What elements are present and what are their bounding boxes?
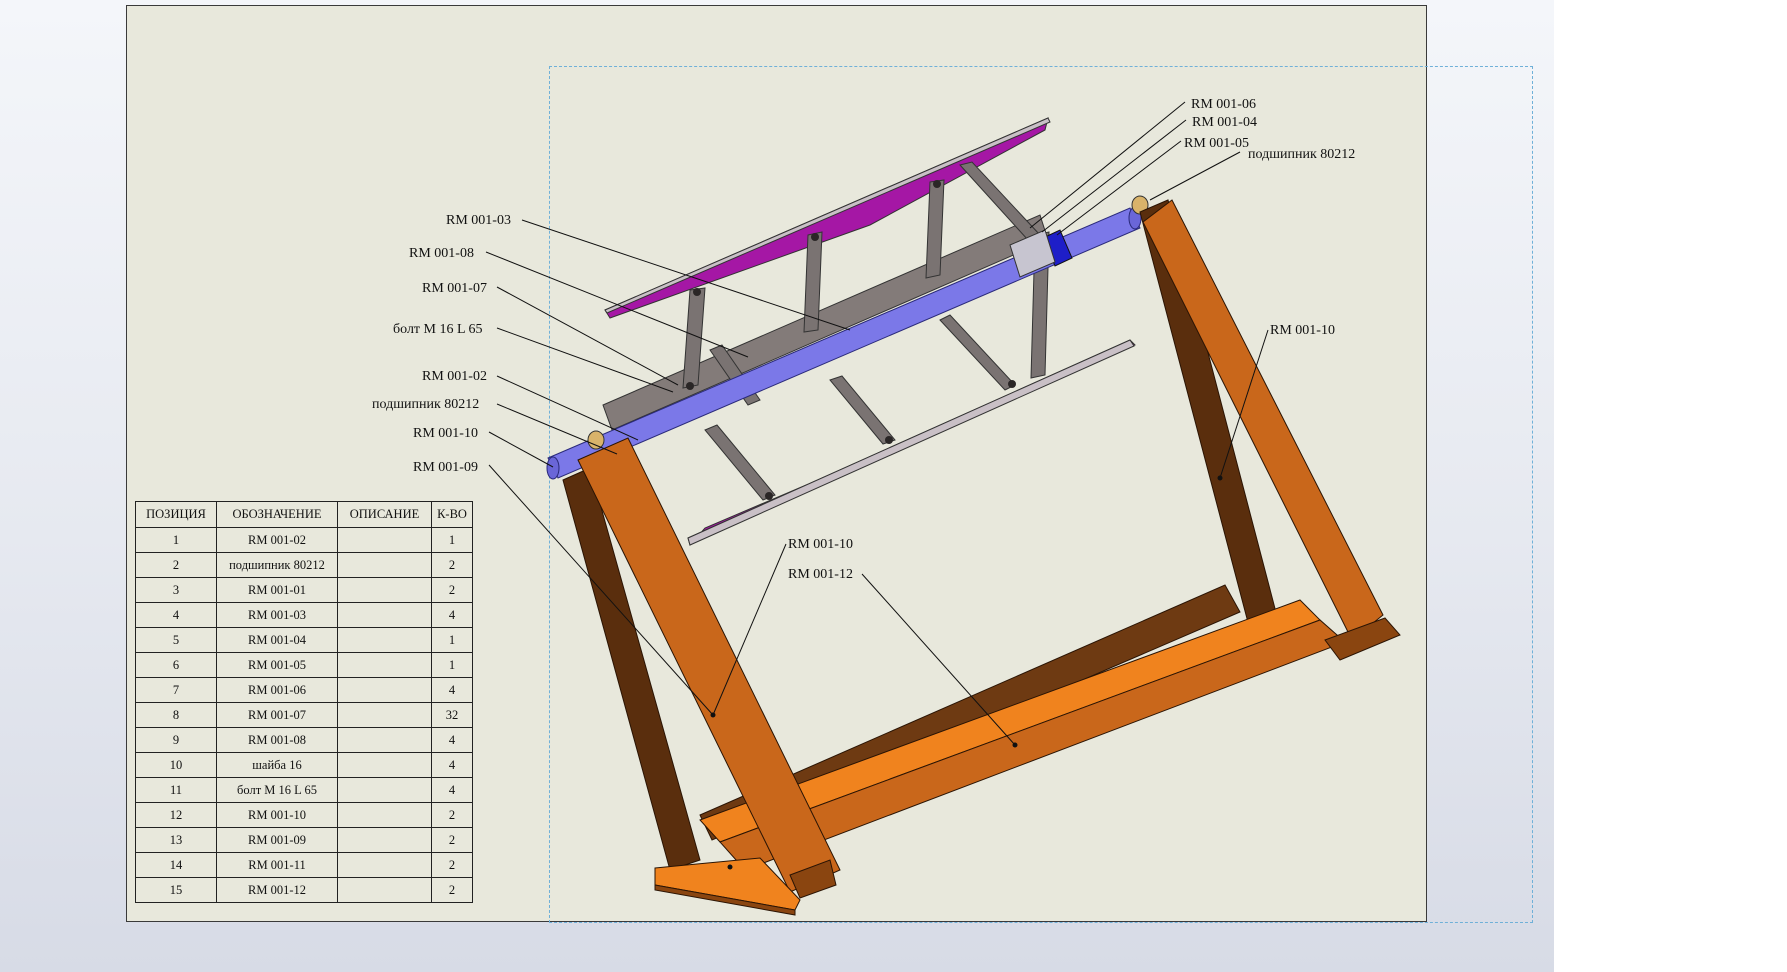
bearing-left [587,430,605,450]
callout-rm-001-08[interactable]: RM 001-08 [409,246,474,261]
bom-designation: шайба 16 [216,752,338,778]
bom-description [337,852,432,878]
bom-pos: 10 [135,752,217,778]
bom-qty: 1 [431,652,473,678]
bom-header-designation: ОБОЗНАЧЕНИЕ [216,501,338,528]
callout-bearing-left[interactable]: подшипник 80212 [372,397,479,412]
bom-pos: 1 [135,527,217,553]
callout-rm-001-10-left[interactable]: RM 001-10 [413,426,478,441]
bom-designation: RM 001-12 [216,877,338,903]
bom-qty: 2 [431,802,473,828]
bom-description [337,877,432,903]
bom-designation: RM 001-06 [216,677,338,703]
bom-pos: 13 [135,827,217,853]
bom-description [337,802,432,828]
bom-header-position: ПОЗИЦИЯ [135,501,217,528]
bom-qty: 2 [431,852,473,878]
bom-qty: 4 [431,677,473,703]
callout-rm-001-10-center[interactable]: RM 001-10 [788,537,853,552]
bom-qty: 2 [431,552,473,578]
table-row[interactable]: 5 RM 001-04 1 [135,627,473,653]
bom-qty: 1 [431,627,473,653]
callout-rm-001-04[interactable]: RM 001-04 [1192,115,1257,130]
table-row[interactable]: 2 подшипник 80212 2 [135,552,473,578]
bom-designation: RM 001-11 [216,852,338,878]
bom-designation: болт М 16 L 65 [216,777,338,803]
bom-qty: 4 [431,602,473,628]
bom-pos: 7 [135,677,217,703]
bom-pos: 3 [135,577,217,603]
table-row[interactable]: 6 RM 001-05 1 [135,652,473,678]
bom-qty: 2 [431,577,473,603]
bom-designation: RM 001-01 [216,577,338,603]
table-row[interactable]: 1 RM 001-02 1 [135,527,473,553]
table-row[interactable]: 7 RM 001-06 4 [135,677,473,703]
bom-header-description: ОПИСАНИЕ [337,501,432,528]
bom-description [337,677,432,703]
bom-pos: 8 [135,702,217,728]
bom-description [337,652,432,678]
table-row[interactable]: 8 RM 001-07 32 [135,702,473,728]
bom-qty: 2 [431,877,473,903]
bom-description [337,577,432,603]
table-row[interactable]: 12 RM 001-10 2 [135,802,473,828]
bom-qty: 4 [431,777,473,803]
bom-pos: 6 [135,652,217,678]
bom-designation: RM 001-10 [216,802,338,828]
bom-designation: подшипник 80212 [216,552,338,578]
callout-rm-001-10-right[interactable]: RM 001-10 [1270,323,1335,338]
bom-description [337,602,432,628]
callout-rm-001-07[interactable]: RM 001-07 [422,281,487,296]
reel-beam [602,214,1049,431]
callout-rm-001-02[interactable]: RM 001-02 [422,369,487,384]
bill-of-materials[interactable]: ПОЗИЦИЯ ОБОЗНАЧЕНИЕ ОПИСАНИЕ К-ВО 1 RM 00… [135,501,473,903]
bom-pos: 9 [135,727,217,753]
table-row[interactable]: 11 болт М 16 L 65 4 [135,777,473,803]
bom-description [337,752,432,778]
bom-description [337,627,432,653]
bom-designation: RM 001-08 [216,727,338,753]
bom-header-quantity: К-ВО [431,501,473,528]
bom-qty: 2 [431,827,473,853]
bom-description [337,827,432,853]
table-row[interactable]: 4 RM 001-03 4 [135,602,473,628]
callout-rm-001-03[interactable]: RM 001-03 [446,213,511,228]
bom-pos: 2 [135,552,217,578]
table-row[interactable]: 10 шайба 16 4 [135,752,473,778]
shaft-end-left [546,456,560,480]
bom-designation: RM 001-09 [216,827,338,853]
bom-designation: RM 001-04 [216,627,338,653]
bom-description [337,777,432,803]
table-row[interactable]: 13 RM 001-09 2 [135,827,473,853]
callout-rm-001-05[interactable]: RM 001-05 [1184,136,1249,151]
table-row[interactable]: 3 RM 001-01 2 [135,577,473,603]
bom-pos: 14 [135,852,217,878]
table-row[interactable]: 9 RM 001-08 4 [135,727,473,753]
bom-designation: RM 001-02 [216,527,338,553]
table-row[interactable]: 15 RM 001-12 2 [135,877,473,903]
bom-qty: 32 [431,702,473,728]
bom-pos: 4 [135,602,217,628]
bom-designation: RM 001-05 [216,652,338,678]
bom-designation: RM 001-03 [216,602,338,628]
bom-description [337,527,432,553]
callout-bearing-right[interactable]: подшипник 80212 [1248,147,1355,162]
bom-pos: 12 [135,802,217,828]
bom-pos: 15 [135,877,217,903]
bom-qty: 4 [431,727,473,753]
callout-rm-001-12[interactable]: RM 001-12 [788,567,853,582]
callout-rm-001-09[interactable]: RM 001-09 [413,460,478,475]
bom-pos: 5 [135,627,217,653]
callout-rm-001-06[interactable]: RM 001-06 [1191,97,1256,112]
bom-description [337,702,432,728]
bom-designation: RM 001-07 [216,702,338,728]
bom-qty: 1 [431,527,473,553]
callout-bolt[interactable]: болт М 16 L 65 [393,322,483,337]
bom-description [337,727,432,753]
bom-pos: 11 [135,777,217,803]
bom-qty: 4 [431,752,473,778]
bom-description [337,552,432,578]
bom-header-row: ПОЗИЦИЯ ОБОЗНАЧЕНИЕ ОПИСАНИЕ К-ВО [135,501,473,528]
table-row[interactable]: 14 RM 001-11 2 [135,852,473,878]
